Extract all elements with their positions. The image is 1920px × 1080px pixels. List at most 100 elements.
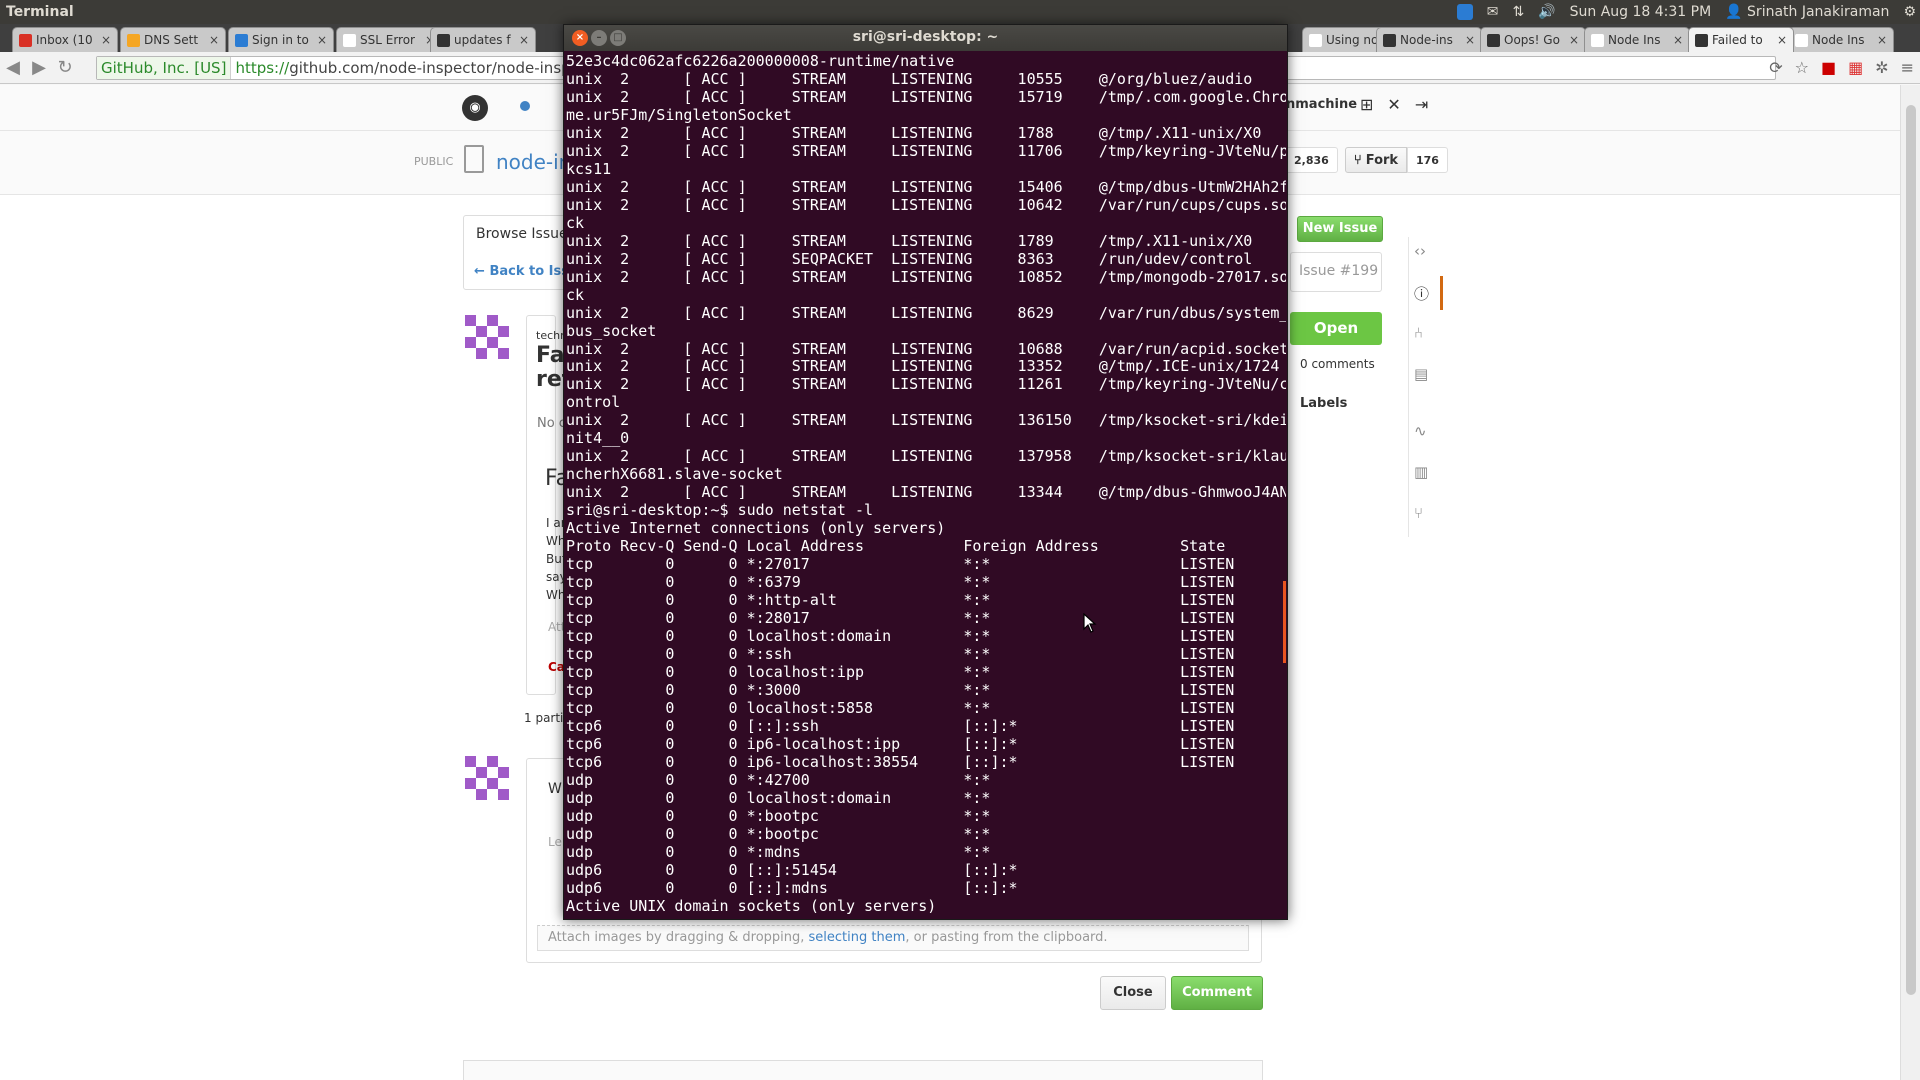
tab-favicon-icon [1591,33,1604,47]
browser-tab[interactable]: SSL Error× [336,27,442,52]
sign-out-icon[interactable]: ⇥ [1415,95,1428,114]
pull-request-icon[interactable]: ⑃ [1414,324,1423,342]
active-app-title: Terminal [6,4,74,20]
comment-button[interactable]: Comment [1171,976,1263,1010]
avatar[interactable] [465,756,509,800]
network-graph-icon[interactable]: ⑂ [1414,504,1423,522]
code-icon[interactable]: ‹› [1414,242,1426,260]
tab-title: Inbox (10 [36,33,93,47]
terminal-line: ck [566,285,585,304]
tab-close-icon[interactable]: × [519,33,529,47]
volume-icon[interactable]: 🔊 [1538,4,1555,20]
tab-close-icon[interactable]: × [1465,33,1475,47]
browser-tab[interactable]: Inbox (10 × [12,27,118,52]
page-scrollbar[interactable] [1900,85,1920,1080]
browser-tab[interactable]: Sign in to × [228,27,334,52]
network-icon[interactable]: ⇅ [1512,4,1524,20]
terminal-line: udp 0 0 *:bootpc *:* [566,806,991,825]
browser-tab[interactable]: updates f × [430,27,536,52]
dropbox-icon[interactable] [1456,4,1473,20]
mail-icon[interactable]: ✉ [1487,4,1499,20]
new-repo-icon[interactable]: ⊞ [1360,95,1373,114]
terminal-line: unix 2 [ ACC ] STREAM LISTENING 1789 /tm… [566,231,1253,250]
header-username[interactable]: nmachine [1286,97,1357,112]
pulse-icon[interactable]: ∿ [1414,422,1427,440]
terminal-line: unix 2 [ ACC ] STREAM LISTENING 8629 /va… [566,303,1286,322]
menu-icon[interactable]: ≡ [1901,58,1914,77]
settings-tools-icon[interactable]: ✕ [1387,95,1400,114]
browser-tab[interactable]: Node Ins × [1584,27,1690,52]
terminal-line: unix 2 [ ACC ] STREAM LISTENING 13352 @/… [566,357,1280,376]
refresh-extension-icon[interactable]: ⟳ [1769,58,1782,77]
gear-icon[interactable]: ⚙ [1903,4,1916,20]
tab-title: Failed to [1712,33,1763,47]
tab-favicon-icon [437,33,450,47]
forward-arrow-icon[interactable]: ▶ [26,57,52,78]
repo-name-link[interactable]: node-in [496,150,571,174]
tab-title: Oops! Go [1504,33,1560,47]
terminal-line: tcp6 0 0 ip6-localhost:ipp [::]:* LISTEN [566,734,1235,753]
browser-tab[interactable]: DNS Sett × [120,27,226,52]
tab-close-icon[interactable]: × [317,33,327,47]
terminal-line: unix 2 [ ACC ] STREAM LISTENING 15719 /t… [566,87,1286,106]
attach-hint-text: Attach images by dragging & dropping, [548,930,809,945]
browser-tab[interactable]: Node-ins × [1376,27,1482,52]
github-logo-icon[interactable]: ◉ [462,95,488,121]
browser-tab[interactable]: Oops! Go × [1480,27,1586,52]
select-files-link[interactable]: selecting them [809,930,906,945]
fork-count[interactable]: 176 [1407,147,1448,173]
ev-certificate-badge[interactable]: GitHub, Inc. [US] [97,57,232,79]
terminal-line: unix 2 [ ACC ] STREAM LISTENING 15406 @/… [566,177,1286,196]
tab-close-icon[interactable]: × [1569,33,1579,47]
terminal-titlebar[interactable]: × – □ sri@sri-desktop: ~ [564,25,1287,51]
tab-favicon-icon [1695,33,1708,47]
tab-favicon-icon [1487,33,1500,47]
browser-tab[interactable]: Failed to × [1688,27,1794,52]
clock[interactable]: Sun Aug 18 4:31 PM [1570,4,1712,20]
terminal-line: 52e3c4dc062afc6226a200000008-runtime/nat… [566,52,955,70]
scrollbar-thumb[interactable] [1906,105,1916,995]
notification-dot-icon[interactable] [520,101,530,111]
notifications-strip [463,1060,1263,1080]
star-count[interactable]: 2,836 [1285,147,1338,173]
terminal-output[interactable]: 52e3c4dc062afc6226a200000008-runtime/nat… [566,52,1286,918]
reload-icon[interactable]: ↻ [52,57,78,78]
graphs-icon[interactable]: ▥ [1414,463,1428,481]
star-icon[interactable]: ☆ [1795,58,1809,77]
wiki-icon[interactable]: ▤ [1414,365,1428,383]
write-tab[interactable]: W [548,781,562,797]
avatar[interactable] [465,315,509,359]
issue-title-stub: Fa [536,343,565,368]
labels-heading: Labels [1300,396,1348,411]
close-issue-button[interactable]: Close [1100,976,1166,1010]
user-menu[interactable]: 👤 Srinath Janakiraman [1725,4,1889,20]
extension-icon[interactable]: ■ [1821,58,1836,77]
terminal-line: tcp 0 0 localhost:ipp *:* LISTEN [566,662,1235,681]
browser-tab[interactable]: Node Ins × [1788,27,1894,52]
terminal-line: ncherhX6681.slave-socket [566,465,783,484]
tab-close-icon[interactable]: × [1877,33,1887,47]
url-scheme: https:// [235,59,290,77]
terminal-line: udp 0 0 localhost:domain *:* [566,788,991,807]
tab-close-icon[interactable]: × [209,33,219,47]
terminal-scrollbar-thumb[interactable] [1283,581,1286,663]
repo-icon [464,145,484,173]
terminal-line: Active UNIX domain sockets (only servers… [566,896,937,915]
new-issue-button[interactable]: New Issue [1297,216,1383,242]
back-arrow-icon[interactable]: ◀ [0,57,26,78]
tab-title: SSL Error [360,33,415,47]
tab-close-icon[interactable]: × [101,33,111,47]
tab-close-icon[interactable]: × [1673,33,1683,47]
puzzle-icon[interactable]: ✲ [1875,58,1888,77]
terminal-window[interactable]: × – □ sri@sri-desktop: ~ 52e3c4dc062afc6… [563,24,1288,920]
tab-close-icon[interactable]: × [1777,33,1787,47]
attach-hint-text-end: , or pasting from the clipboard. [905,930,1108,945]
calendar-extension-icon[interactable]: ▦ [1848,58,1863,77]
tab-favicon-icon [127,33,140,47]
fork-button[interactable]: ⑂ Fork [1345,147,1407,173]
issues-icon[interactable]: ⓘ [1414,283,1429,304]
terminal-line: tcp6 0 0 [::]:ssh [::]:* LISTEN [566,716,1235,735]
tab-favicon-icon [19,33,32,47]
terminal-line: tcp 0 0 localhost:domain *:* LISTEN [566,627,1235,645]
comment-textarea[interactable]: Le [548,835,562,849]
